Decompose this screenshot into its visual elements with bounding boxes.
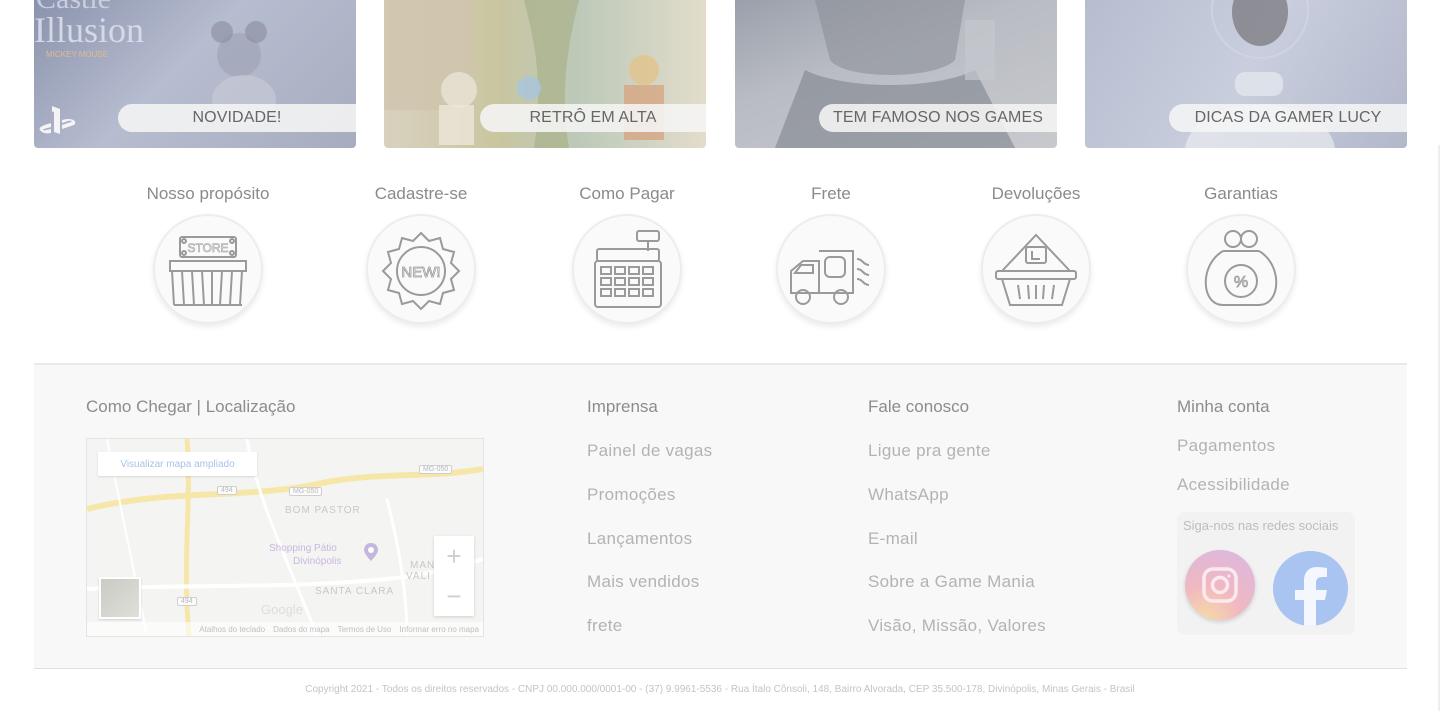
copyright: Copyright 2021 - Todos os direitos reser… — [305, 684, 1135, 695]
feature-devolucoes[interactable]: Devoluções — [956, 182, 1116, 324]
banner-label: NOVIDADE! — [118, 104, 356, 132]
link-promocoes[interactable]: Promoções — [587, 485, 676, 505]
map-label: MAN — [410, 560, 436, 571]
svg-text:NEW!: NEW! — [401, 264, 440, 281]
link-acessibilidade[interactable]: Acessibilidade — [1177, 475, 1290, 495]
feature-title: Como Pagar — [579, 184, 675, 203]
column-title-minha-conta: Minha conta — [1177, 397, 1270, 416]
store-icon: STORE — [153, 214, 263, 324]
location-map[interactable]: Visualizar mapa ampliado 494 MG-050 MG-0… — [86, 438, 484, 637]
feature-frete[interactable]: Frete — [751, 182, 911, 324]
feature-cadastre-se[interactable]: Cadastre-se NEW! — [341, 182, 501, 324]
map-label: Shopping Pátio — [269, 543, 337, 554]
feature-title: Garantias — [1204, 184, 1278, 203]
link-sobre[interactable]: Sobre a Game Mania — [868, 572, 1035, 592]
social-box: Siga-nos nas redes sociais — [1177, 512, 1355, 635]
feature-como-pagar[interactable]: Como Pagar — [547, 182, 707, 324]
new-badge-icon: NEW! — [366, 214, 476, 324]
road-shield: MG-050 — [419, 465, 453, 474]
instagram-icon[interactable] — [1185, 550, 1255, 620]
facebook-icon[interactable] — [1273, 551, 1348, 626]
map-label: SANTA CLARA — [315, 586, 395, 597]
link-mais-vendidos[interactable]: Mais vendidos — [587, 572, 700, 592]
page: Castle Illusion MICKEY MOUSE NOVIDADE! — [0, 0, 1440, 711]
feature-garantias[interactable]: Garantias % — [1161, 182, 1321, 324]
link-whatsapp[interactable]: WhatsApp — [868, 485, 949, 505]
map-footer-link[interactable]: Dados do mapa — [273, 625, 329, 634]
feature-title: Frete — [811, 184, 851, 203]
enlarge-map-link[interactable]: Visualizar mapa ampliado — [98, 452, 257, 476]
road-shield: MG-050 — [289, 487, 323, 496]
link-visao-missao-valores[interactable]: Visão, Missão, Valores — [868, 616, 1046, 636]
satellite-toggle[interactable] — [99, 577, 141, 619]
column-title-imprensa: Imprensa — [587, 397, 658, 416]
map-footer-link[interactable]: Informar erro no mapa — [399, 625, 479, 634]
link-email[interactable]: E-mail — [868, 529, 918, 549]
road-shield: 494 — [217, 486, 237, 495]
link-ligue-pra-gente[interactable]: Ligue pra gente — [868, 441, 991, 461]
google-logo: Google — [261, 602, 303, 617]
banner-novidade[interactable]: Castle Illusion MICKEY MOUSE NOVIDADE! — [34, 0, 356, 148]
delivery-truck-icon — [776, 214, 886, 324]
location-title: Como Chegar | Localização — [86, 397, 296, 416]
link-pagamentos[interactable]: Pagamentos — [1177, 436, 1275, 456]
banner-famoso[interactable]: TEM FAMOSO NOS GAMES — [735, 0, 1057, 148]
feature-title: Devoluções — [991, 184, 1081, 203]
map-footer-link[interactable]: Termos de Uso — [338, 625, 392, 634]
map-label: Divinópolis — [293, 556, 342, 567]
link-painel-de-vagas[interactable]: Painel de vagas — [587, 441, 712, 461]
footer: Como Chegar | Localização Visualizar map… — [34, 363, 1407, 669]
map-footer-link[interactable]: Atalhos do teclado — [199, 625, 265, 634]
link-lancamentos[interactable]: Lançamentos — [587, 529, 692, 549]
shopping-basket-icon — [981, 214, 1091, 324]
banner-retro[interactable]: RETRÔ EM ALTA — [384, 0, 706, 148]
discount-purse-icon: % — [1186, 214, 1296, 324]
column-title-fale-conosco: Fale conosco — [868, 397, 970, 416]
feature-title: Nosso propósito — [146, 184, 270, 203]
zoom-out-button[interactable]: − — [434, 576, 474, 616]
svg-text:%: % — [1234, 274, 1248, 291]
feature-nosso-proposito[interactable]: Nosso propósito STORE — [128, 182, 288, 324]
svg-text:Illusion: Illusion — [34, 10, 144, 50]
map-footer: Atalhos do teclado Dados do mapa Termos … — [87, 622, 483, 636]
feature-title: Cadastre-se — [374, 184, 468, 203]
link-frete[interactable]: frete — [587, 616, 623, 636]
banner-gamer-lucy[interactable]: DICAS DA GAMER LUCY — [1085, 0, 1407, 148]
social-title: Siga-nos nas redes sociais — [1183, 518, 1339, 533]
road-shield: 494 — [177, 597, 197, 606]
playstation-icon — [38, 104, 84, 138]
map-pin-icon — [364, 543, 378, 561]
cash-register-icon — [572, 214, 682, 324]
banner-label: DICAS DA GAMER LUCY — [1169, 104, 1407, 132]
svg-text:STORE: STORE — [187, 241, 228, 255]
map-label: VALI — [406, 571, 431, 582]
svg-text:MICKEY MOUSE: MICKEY MOUSE — [46, 50, 108, 59]
map-label: BOM PASTOR — [285, 505, 361, 516]
banner-label: RETRÔ EM ALTA — [480, 104, 706, 132]
map-zoom-control[interactable]: + − — [434, 536, 474, 616]
banner-label: TEM FAMOSO NOS GAMES — [819, 104, 1057, 132]
zoom-in-button[interactable]: + — [434, 536, 474, 576]
